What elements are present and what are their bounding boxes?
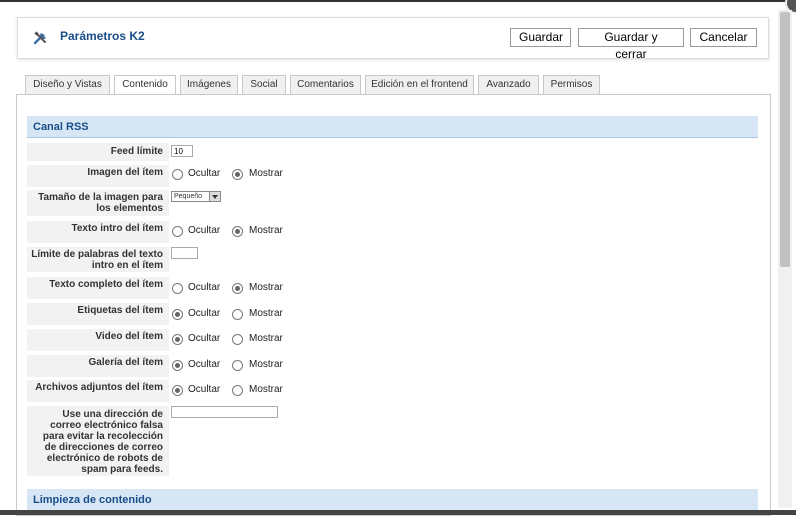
- item-attachments-show-label: Mostrar: [249, 384, 283, 395]
- item-gallery-hide-label: Ocultar: [188, 359, 221, 370]
- page-title: Parámetros K2: [60, 29, 145, 43]
- label-item-video: Video del ítem: [27, 329, 169, 351]
- item-tags-show-label: Mostrar: [249, 308, 283, 319]
- label-item-attachments: Archivos adjuntos del ítem: [27, 380, 169, 402]
- full-text-hide-radio[interactable]: [172, 283, 183, 294]
- tools-icon: [33, 31, 46, 45]
- item-attachments-hide-radio[interactable]: [172, 385, 183, 396]
- feed-limit-input[interactable]: [171, 145, 193, 157]
- chevron-down-icon: [209, 192, 220, 201]
- label-fake-email: Use una dirección de correo electrónico …: [27, 406, 169, 476]
- item-image-show-radio[interactable]: [232, 169, 243, 180]
- toolbar: Parámetros K2 Guardar Guardar y cerrar C…: [17, 17, 769, 61]
- section-rss: Canal RSS: [27, 116, 758, 138]
- tab-social[interactable]: Social: [242, 75, 286, 94]
- full-text-show-label: Mostrar: [249, 282, 283, 293]
- full-text-show-radio[interactable]: [232, 283, 243, 294]
- window-bottom-border: [0, 510, 796, 515]
- item-video-show-label: Mostrar: [249, 333, 283, 344]
- tab-comments[interactable]: Comentarios: [290, 75, 361, 94]
- window-top-border: [0, 0, 796, 2]
- item-image-hide-radio[interactable]: [172, 169, 183, 180]
- item-video-show-radio[interactable]: [232, 334, 243, 345]
- intro-text-hide-label: Ocultar: [188, 225, 221, 236]
- tab-images[interactable]: Imágenes: [180, 75, 238, 94]
- label-feed-limit: Feed límite: [27, 143, 169, 161]
- intro-word-limit-input[interactable]: [171, 247, 198, 259]
- label-item-gallery: Galería del ítem: [27, 355, 169, 377]
- intro-text-show-radio[interactable]: [232, 226, 243, 237]
- tab-permissions[interactable]: Permisos: [543, 75, 600, 94]
- cancel-button[interactable]: Cancelar: [690, 28, 757, 47]
- scrollbar-thumb[interactable]: [780, 12, 790, 267]
- tab-content[interactable]: Contenido: [114, 75, 176, 95]
- intro-text-show-label: Mostrar: [249, 225, 283, 236]
- item-tags-hide-radio[interactable]: [172, 309, 183, 320]
- intro-text-hide-radio[interactable]: [172, 226, 183, 237]
- item-gallery-show-label: Mostrar: [249, 359, 283, 370]
- item-attachments-hide-label: Ocultar: [188, 384, 221, 395]
- label-intro-text: Texto intro del ítem: [27, 221, 169, 243]
- tab-design-views[interactable]: Diseño y Vistas: [25, 75, 110, 94]
- item-tags-hide-label: Ocultar: [188, 308, 221, 319]
- label-image-size: Tamaño de la imagen para los elementos: [27, 190, 169, 216]
- save-close-button[interactable]: Guardar y cerrar: [578, 28, 684, 61]
- item-image-show-label: Mostrar: [249, 168, 283, 179]
- item-attachments-show-radio[interactable]: [232, 385, 243, 396]
- tab-advanced[interactable]: Avanzado: [478, 75, 539, 94]
- label-intro-word-limit: Límite de palabras del texto intro en el…: [27, 247, 169, 272]
- label-full-text: Texto completo del ítem: [27, 277, 169, 299]
- item-tags-show-radio[interactable]: [232, 309, 243, 320]
- tab-frontend-editing[interactable]: Edición en el frontend: [365, 75, 474, 94]
- section-content-cleanup: Limpieza de contenido: [27, 489, 758, 511]
- image-size-value: Pequeño: [174, 193, 203, 200]
- item-gallery-show-radio[interactable]: [232, 360, 243, 371]
- item-gallery-hide-radio[interactable]: [172, 360, 183, 371]
- fake-email-input[interactable]: [171, 406, 278, 418]
- item-video-hide-label: Ocultar: [188, 333, 221, 344]
- content-panel: Canal RSS Feed límite Imagen del ítem Oc…: [16, 94, 771, 516]
- label-item-tags: Etiquetas del ítem: [27, 303, 169, 325]
- item-video-hide-radio[interactable]: [172, 334, 183, 345]
- image-size-select[interactable]: Pequeño: [171, 191, 221, 202]
- full-text-hide-label: Ocultar: [188, 282, 221, 293]
- save-button[interactable]: Guardar: [510, 28, 571, 47]
- label-item-image: Imagen del ítem: [27, 165, 169, 187]
- item-image-hide-label: Ocultar: [188, 168, 221, 179]
